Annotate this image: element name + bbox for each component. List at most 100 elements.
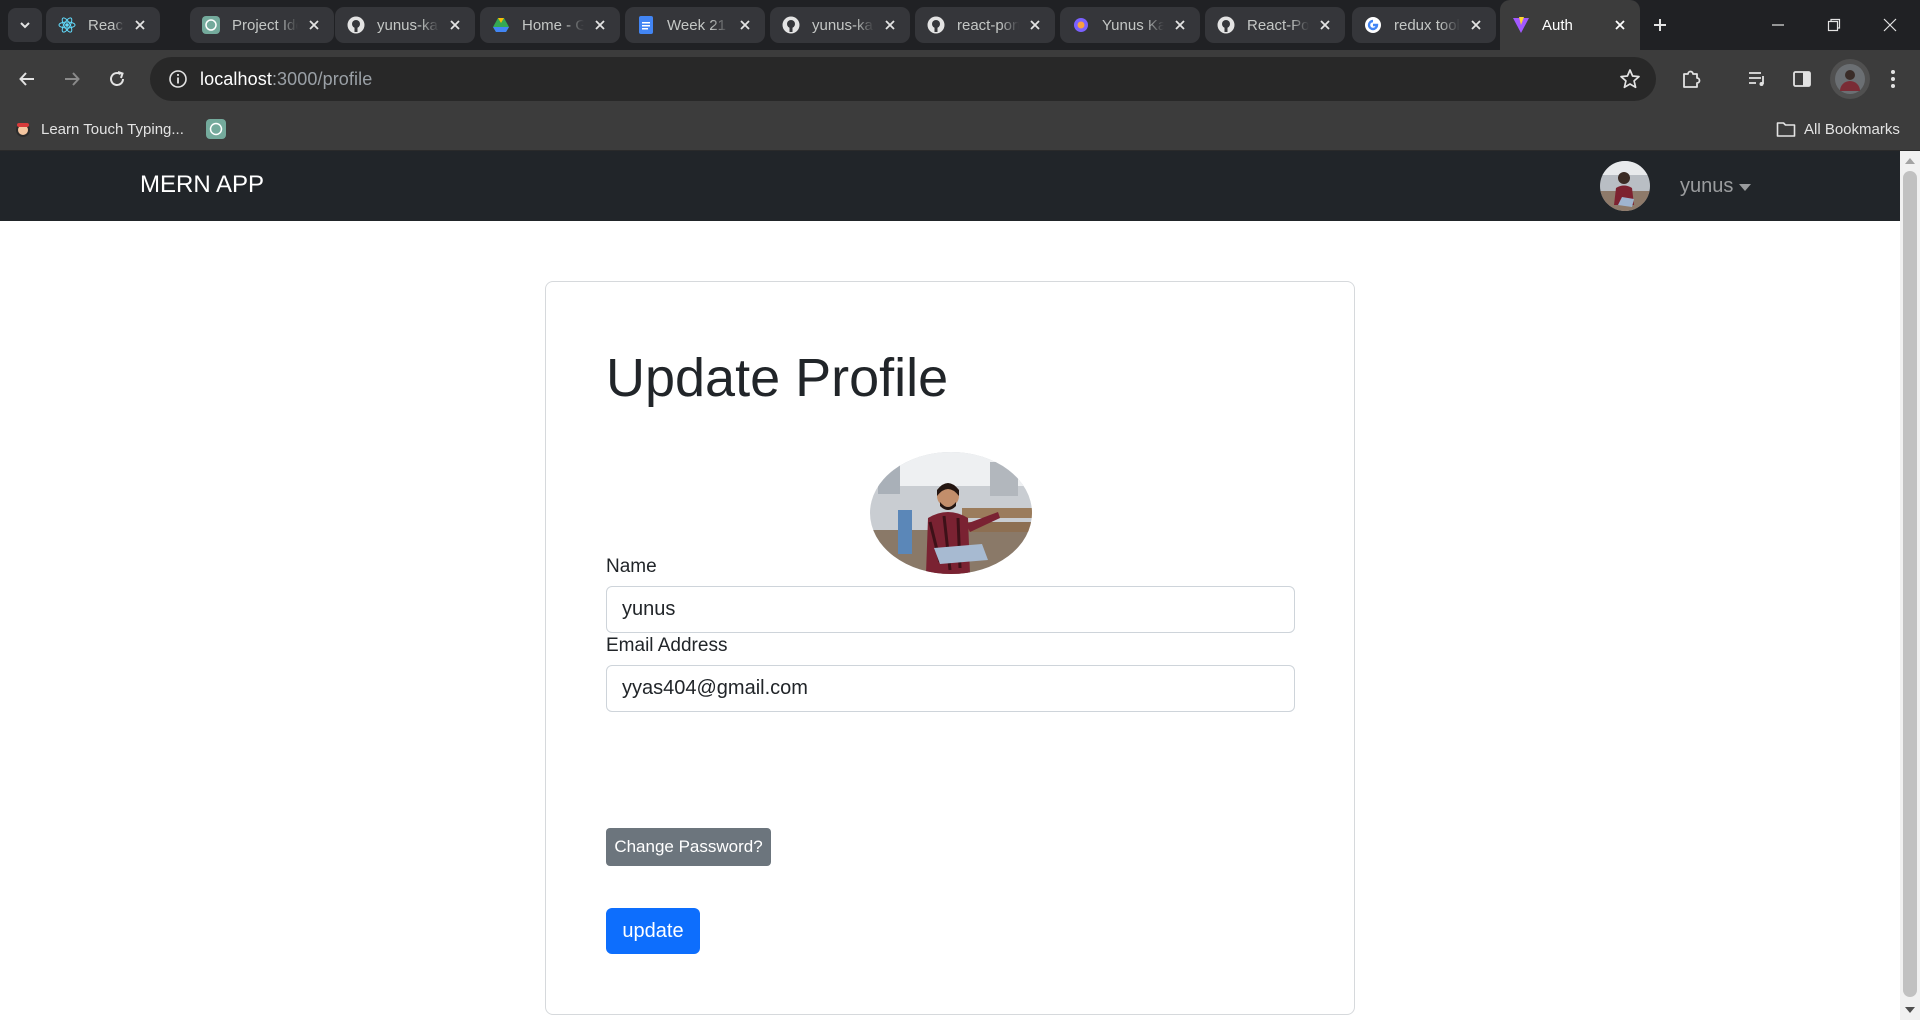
avatar[interactable] <box>1600 161 1650 211</box>
page-title: Update Profile <box>606 348 949 408</box>
page-scrollbar[interactable] <box>1900 151 1920 1020</box>
browser-tab[interactable]: Yunus Kap <box>1060 7 1200 43</box>
tab-label: react-portfolio <box>957 16 1019 34</box>
close-icon[interactable] <box>445 15 465 35</box>
page-viewport: MERN APP yunus Update Profile Name yunus… <box>0 151 1920 1020</box>
new-tab-button[interactable] <box>1646 11 1674 39</box>
close-icon[interactable] <box>1315 15 1335 35</box>
browser-tab-strip: React App Project Ideas yunus-kap Home -… <box>0 0 1920 50</box>
queue-music-icon <box>1749 72 1764 86</box>
restore-button[interactable] <box>1806 0 1862 50</box>
bookmarks-bar: Learn Touch Typing... All Bookmarks <box>0 108 1920 151</box>
bookmark-item[interactable]: Learn Touch Typing... <box>13 116 184 142</box>
close-icon[interactable] <box>1025 15 1045 35</box>
all-bookmarks-button[interactable]: All Bookmarks <box>1776 116 1900 142</box>
window-close-button[interactable] <box>1862 0 1918 50</box>
brand-link[interactable]: MERN APP <box>140 171 264 199</box>
chevron-down-icon <box>20 22 30 29</box>
reload-icon <box>110 71 124 86</box>
side-panel-icon <box>1793 71 1811 87</box>
all-bookmarks-label: All Bookmarks <box>1804 120 1900 138</box>
site-info-icon[interactable] <box>156 57 200 101</box>
minimize-icon <box>1772 24 1784 26</box>
close-icon[interactable] <box>1610 15 1630 35</box>
tab-label: Week 21 <box>667 16 726 34</box>
github-icon <box>927 16 945 34</box>
close-icon <box>1883 18 1897 32</box>
tab-label: Yunus Kap <box>1102 16 1164 34</box>
close-icon[interactable] <box>880 15 900 35</box>
react-icon <box>58 16 76 34</box>
scrollbar-thumb[interactable] <box>1903 171 1917 997</box>
browser-tab[interactable]: React-Portfolio <box>1205 7 1345 43</box>
tab-label: React-Portfolio <box>1247 16 1309 34</box>
tab-label: yunus-kap <box>377 16 439 34</box>
caret-down-icon <box>1739 184 1752 191</box>
chatgpt-icon <box>202 16 220 34</box>
update-button[interactable]: update <box>606 908 700 954</box>
arrow-right-icon <box>65 72 80 86</box>
minimize-button[interactable] <box>1750 0 1806 50</box>
github-icon <box>1217 16 1235 34</box>
vite-icon <box>1512 16 1530 34</box>
change-password-button[interactable]: Change Password? <box>606 828 771 866</box>
user-dropdown-toggle[interactable]: yunus <box>1680 175 1752 198</box>
url-text: localhost:3000/profile <box>200 69 372 90</box>
profile-card: Update Profile Name Email <box>545 281 1355 1015</box>
browser-tab[interactable]: Project Ideas <box>190 7 334 43</box>
close-icon[interactable] <box>1466 15 1486 35</box>
back-button[interactable] <box>10 62 44 96</box>
email-input[interactable] <box>606 665 1295 712</box>
url-host: localhost <box>200 68 272 89</box>
forward-button[interactable] <box>55 62 89 96</box>
tab-label: Home - Google Drive <box>522 16 584 34</box>
scroll-up-icon[interactable] <box>1905 158 1915 164</box>
portfolio-icon <box>1072 16 1090 34</box>
browser-profile-avatar[interactable] <box>1830 59 1870 99</box>
google-docs-icon <box>637 16 655 34</box>
browser-tab[interactable]: yunus-kap <box>770 7 910 43</box>
profile-picture[interactable] <box>870 452 1032 574</box>
tab-label: React App <box>88 16 124 34</box>
browser-tab-active[interactable]: Auth <box>1500 0 1640 50</box>
arrow-left-icon <box>19 72 34 86</box>
tab-label: yunus-kap <box>812 16 874 34</box>
typing-icon <box>13 119 33 139</box>
github-icon <box>347 16 365 34</box>
tab-label: Project Ideas <box>232 16 298 34</box>
scroll-down-icon[interactable] <box>1905 1007 1915 1013</box>
close-icon[interactable] <box>735 15 755 35</box>
app-navbar: MERN APP yunus <box>0 151 1900 221</box>
browser-tab[interactable]: react-portfolio <box>915 7 1055 43</box>
close-icon[interactable] <box>130 15 150 35</box>
browser-tab[interactable]: yunus-kap <box>335 7 475 43</box>
media-controls-button[interactable] <box>1740 62 1774 96</box>
side-panel-button[interactable] <box>1785 62 1819 96</box>
folder-icon <box>1776 119 1796 139</box>
puzzle-icon <box>1683 70 1701 88</box>
google-drive-icon <box>492 16 510 34</box>
reload-button[interactable] <box>100 62 134 96</box>
more-vertical-icon <box>1891 70 1895 88</box>
browser-menu-button[interactable] <box>1876 62 1910 96</box>
close-icon[interactable] <box>304 15 324 35</box>
close-icon[interactable] <box>590 15 610 35</box>
chatgpt-icon <box>206 119 226 139</box>
github-icon <box>782 16 800 34</box>
browser-tab[interactable]: Home - Google Drive <box>480 7 620 43</box>
browser-tab[interactable]: redux toolkit <box>1352 7 1496 43</box>
name-input[interactable] <box>606 586 1295 633</box>
url-path: :3000/profile <box>271 68 373 89</box>
tab-label: redux toolkit <box>1394 16 1460 34</box>
bookmark-star-icon[interactable] <box>1618 67 1642 91</box>
close-icon[interactable] <box>1170 15 1190 35</box>
tab-search-button[interactable] <box>8 8 42 42</box>
name-label: Name <box>606 556 657 577</box>
extensions-button[interactable] <box>1674 62 1708 96</box>
plus-icon <box>1654 19 1666 31</box>
bookmark-label: Learn Touch Typing... <box>41 120 184 138</box>
address-bar[interactable]: localhost:3000/profile <box>150 57 1656 101</box>
browser-tab[interactable]: React App <box>46 7 160 43</box>
browser-tab[interactable]: Week 21 <box>625 7 765 43</box>
bookmark-item[interactable] <box>206 116 234 142</box>
